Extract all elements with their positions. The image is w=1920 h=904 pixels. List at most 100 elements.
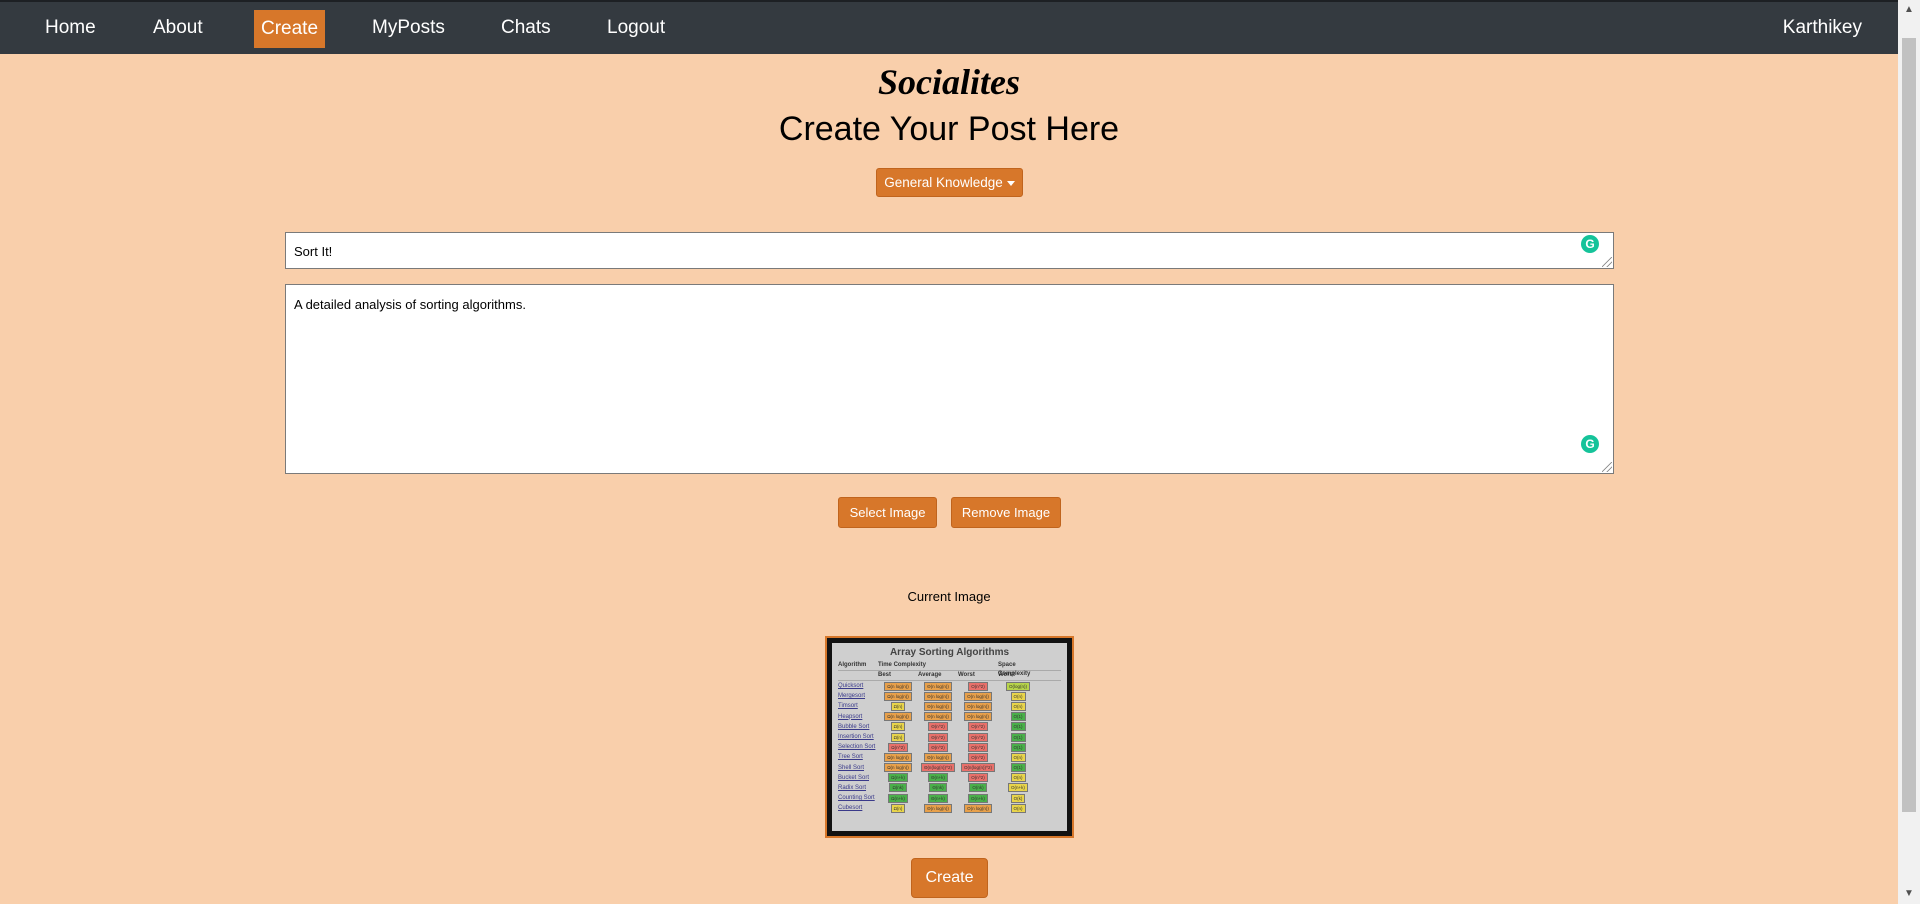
complexity-chip: O(n^2) — [968, 773, 988, 783]
brand-title: Socialites — [878, 62, 1020, 102]
preview-cell: O(n^2) — [958, 742, 998, 752]
complexity-chip: Θ(n log(n)) — [924, 681, 952, 691]
complexity-chip: Θ(n log(n)) — [924, 691, 952, 701]
preview-header-row: Algorithm Time Complexity Space Complexi… — [838, 661, 1061, 677]
create-post-button[interactable]: Create — [911, 858, 988, 898]
preview-table-row: Bubble Sort Ω(n) Θ(n^2) O(n^2) O(1) — [838, 722, 1061, 732]
preview-title: Array Sorting Algorithms — [889, 647, 1010, 658]
current-image-label: Current Image — [907, 589, 991, 604]
complexity-chip: Θ(n+k) — [928, 793, 948, 803]
post-body-value: A detailed analysis of sorting algorithm… — [294, 297, 526, 312]
nav-myposts[interactable]: MyPosts — [365, 2, 452, 54]
preview-subheader-row: Best Average Worst Worst — [838, 671, 1061, 681]
complexity-chip: O(n log(n)) — [964, 701, 992, 711]
preview-subheader: Worst — [958, 672, 975, 678]
complexity-chip: O(n^2) — [968, 752, 988, 762]
nav-chats[interactable]: Chats — [494, 2, 558, 54]
preview-cell: O(n(log(n))^2) — [958, 763, 998, 773]
scroll-up-arrow-icon[interactable]: ▲ — [1898, 0, 1920, 20]
preview-cell: Ω(n) — [878, 722, 918, 732]
complexity-chip: O(n(log(n))^2) — [960, 763, 996, 773]
complexity-chip: Θ(nk) — [929, 783, 947, 793]
preview-cell: O(n^2) — [958, 773, 998, 783]
preview-header: Time Complexity — [878, 662, 926, 668]
preview-cell: Θ(n log(n)) — [918, 752, 958, 762]
category-dropdown[interactable]: General Knowledge — [876, 168, 1023, 197]
preview-cell: Ω(n) — [878, 732, 918, 742]
complexity-chip: O(n log(n)) — [964, 712, 992, 722]
preview-table-row: Counting Sort Ω(n+k) Θ(n+k) O(n+k) O(k) — [838, 793, 1061, 803]
complexity-chip: O(n+k) — [1008, 783, 1028, 793]
grammarly-icon[interactable]: G — [1581, 235, 1599, 253]
preview-cell: O(n+k) — [998, 783, 1038, 793]
preview-cell: Θ(n+k) — [918, 773, 958, 783]
preview-algorithm-name: Counting Sort — [838, 795, 875, 802]
select-image-button[interactable]: Select Image — [838, 497, 937, 528]
preview-cell: Ω(n) — [878, 803, 918, 813]
post-title-value: Sort It! — [294, 244, 333, 259]
remove-image-button[interactable]: Remove Image — [951, 497, 1061, 528]
post-title-input[interactable]: Sort It! G — [285, 232, 1614, 269]
preview-cell: Ω(n+k) — [878, 773, 918, 783]
preview-cell: O(n^2) — [958, 752, 998, 762]
preview-table-row: Bucket Sort Ω(n+k) Θ(n+k) O(n^2) O(n) — [838, 773, 1061, 783]
nav-username[interactable]: Karthikey — [1783, 2, 1862, 54]
complexity-chip: Ω(n log(n)) — [884, 712, 912, 722]
resize-grip-icon[interactable] — [1602, 257, 1612, 267]
complexity-chip: O(n^2) — [968, 722, 988, 732]
nav-about[interactable]: About — [146, 2, 210, 54]
current-image-preview: Array Sorting Algorithms Algorithm Time … — [825, 636, 1074, 838]
preview-table-row: Heapsort Ω(n log(n)) Θ(n log(n)) O(n log(n)… — [838, 712, 1061, 722]
complexity-chip: O(n log(n)) — [964, 691, 992, 701]
preview-cell: Θ(n(log(n))^2) — [918, 763, 958, 773]
complexity-chip: Ω(n) — [890, 803, 906, 813]
preview-cell: O(1) — [998, 763, 1038, 773]
complexity-chip: Θ(n log(n)) — [924, 712, 952, 722]
preview-cell: O(k) — [998, 793, 1038, 803]
complexity-chip: O(k) — [1010, 793, 1026, 803]
preview-algorithm-name: Shell Sort — [838, 764, 865, 771]
complexity-chip: Θ(n+k) — [928, 773, 948, 783]
complexity-chip: Ω(n) — [890, 722, 906, 732]
preview-cell: Θ(n+k) — [918, 793, 958, 803]
preview-cell: Θ(n log(n)) — [918, 691, 958, 701]
complexity-chip: O(n) — [1010, 701, 1026, 711]
navbar: Home About Create MyPosts Chats Logout K… — [0, 0, 1898, 54]
preview-cell: Θ(n log(n)) — [918, 681, 958, 691]
scroll-down-arrow-icon[interactable]: ▼ — [1898, 884, 1920, 904]
nav-home[interactable]: Home — [38, 2, 103, 54]
preview-cell: O(1) — [998, 732, 1038, 742]
preview-cell: O(n log(n)) — [958, 803, 998, 813]
complexity-chip: Θ(n log(n)) — [924, 701, 952, 711]
complexity-chip: O(nk) — [969, 783, 987, 793]
preview-table-row: Tree Sort Ω(n log(n)) Θ(n log(n)) O(n^2) O(n… — [838, 752, 1061, 762]
preview-cell: O(n) — [998, 691, 1038, 701]
resize-grip-icon[interactable] — [1602, 462, 1612, 472]
preview-cell: O(n) — [998, 752, 1038, 762]
page-scrollbar[interactable]: ▲ ▼ — [1898, 0, 1920, 904]
scroll-thumb[interactable] — [1902, 38, 1916, 812]
preview-table-row: Cubesort Ω(n) Θ(n log(n)) O(n log(n)) O(n) — [838, 803, 1061, 813]
preview-table-row: Shell Sort Ω(n log(n)) Θ(n(log(n))^2) O(n(l… — [838, 763, 1061, 773]
preview-cell: O(n^2) — [958, 722, 998, 732]
page-heading: Create Your Post Here — [778, 110, 1120, 148]
preview-cell: O(n log(n)) — [958, 701, 998, 711]
preview-cell: O(log(n)) — [998, 681, 1038, 691]
complexity-chip: O(1) — [1010, 763, 1026, 773]
complexity-chip: Ω(nk) — [889, 783, 907, 793]
grammarly-icon[interactable]: G — [1581, 435, 1599, 453]
caret-down-icon — [1006, 180, 1015, 186]
preview-algorithm-name: Insertion Sort — [838, 734, 874, 741]
preview-cell: O(nk) — [958, 783, 998, 793]
complexity-chip: O(n) — [1010, 773, 1026, 783]
complexity-chip: Θ(n log(n)) — [924, 752, 952, 762]
preview-cell: Θ(n^2) — [918, 732, 958, 742]
preview-cell: Ω(n log(n)) — [878, 681, 918, 691]
nav-logout[interactable]: Logout — [600, 2, 672, 54]
preview-algorithm-name: Mergesort — [838, 693, 866, 700]
preview-cell: O(1) — [998, 742, 1038, 752]
post-body-textarea[interactable]: A detailed analysis of sorting algorithm… — [285, 284, 1614, 474]
nav-create[interactable]: Create — [254, 10, 326, 48]
preview-subheader: Best — [878, 672, 892, 678]
preview-cell: Ω(n^2) — [878, 742, 918, 752]
